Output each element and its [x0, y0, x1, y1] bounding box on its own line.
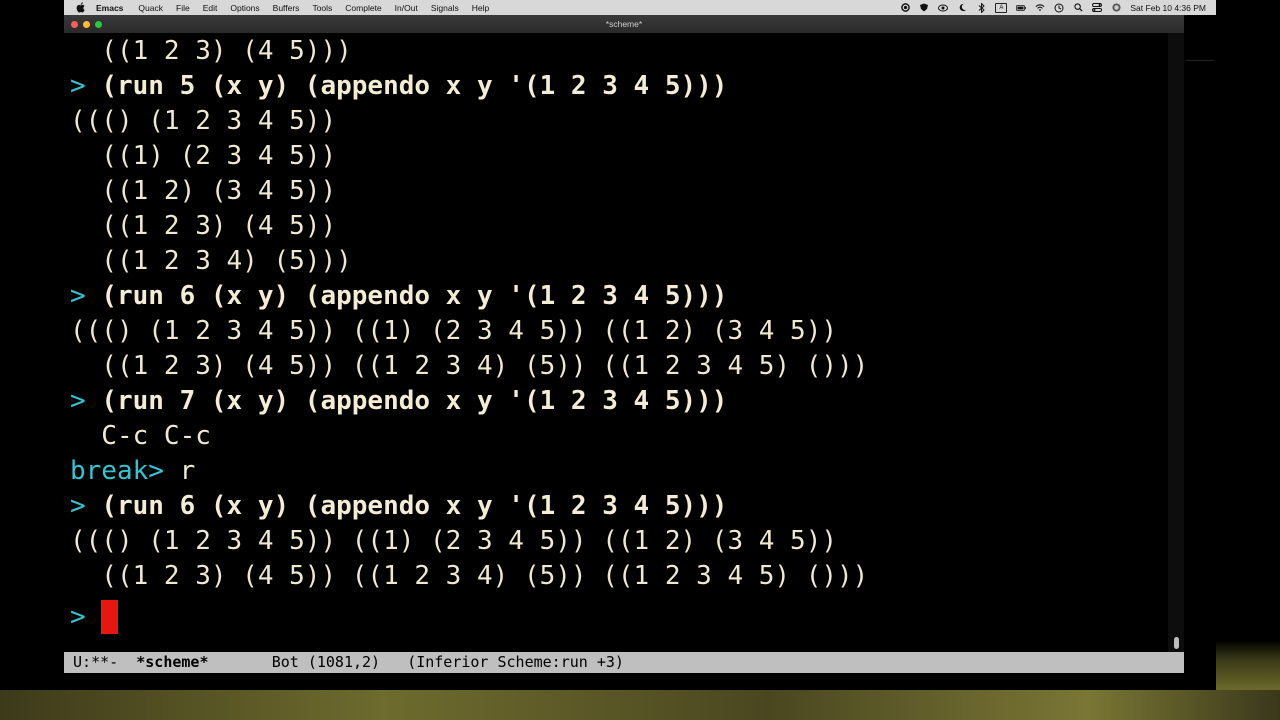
desktop-left — [0, 0, 64, 720]
menu-buffers[interactable]: Buffers — [273, 3, 300, 13]
emacs-window: *scheme* ((1 2 3) (4 5))) > (run 5 (x y)… — [64, 15, 1184, 690]
shield-icon[interactable] — [919, 3, 929, 13]
break-command: r — [179, 456, 196, 486]
desktop-wallpaper-bottom — [0, 690, 1280, 720]
repl-output-line: ((() (1 2 3 4 5)) — [70, 106, 337, 136]
scheme-repl-buffer[interactable]: ((1 2 3) (4 5))) > (run 5 (x y) (appendo… — [64, 33, 1168, 665]
menu-options[interactable]: Options — [230, 3, 259, 13]
menu-bar: Emacs Quack File Edit Options Buffers To… — [64, 0, 1216, 15]
repl-input-text: (run 6 (x y) (appendo x y '(1 2 3 4 5))) — [101, 491, 728, 521]
repl-input-line: > (run 5 (x y) (appendo x y '(1 2 3 4 5)… — [70, 68, 727, 104]
time-machine-icon[interactable] — [1054, 3, 1064, 13]
menu-quack[interactable]: Quack — [138, 3, 163, 13]
background-window-edge — [1186, 60, 1214, 75]
minibuffer[interactable] — [64, 673, 1184, 690]
repl-prompt: > — [70, 71, 102, 101]
modeline-status: U:**- — [73, 653, 137, 671]
modeline-position: Bot (1081,2) — [271, 653, 381, 671]
menu-file[interactable]: File — [176, 3, 190, 13]
menu-in-out[interactable]: In/Out — [395, 3, 418, 13]
search-icon[interactable] — [1073, 3, 1083, 13]
menu-complete[interactable]: Complete — [345, 3, 381, 13]
wifi-icon[interactable] — [1035, 3, 1045, 13]
eye-icon[interactable] — [938, 3, 949, 13]
repl-interrupt-line: C-c C-c — [70, 421, 211, 451]
window-title: *scheme* — [605, 19, 643, 29]
repl-prompt: > — [70, 491, 102, 521]
repl-prompt: > — [70, 281, 102, 311]
repl-current-prompt-line[interactable]: > — [70, 599, 119, 635]
status-menu-area: A Sat Feb 10 4:36 PM — [900, 2, 1216, 13]
desktop-wallpaper-right — [1216, 0, 1280, 720]
control-center-icon[interactable] — [1092, 3, 1103, 13]
window-titlebar[interactable]: *scheme* — [64, 15, 1184, 33]
repl-output-line: ((() (1 2 3 4 5)) ((1) (2 3 4 5)) ((1 2)… — [70, 526, 838, 556]
repl-output-line: ((() (1 2 3 4 5)) ((1) (2 3 4 5)) ((1 2)… — [70, 316, 838, 346]
repl-input-line: > (run 6 (x y) (appendo x y '(1 2 3 4 5)… — [70, 278, 727, 314]
modeline-major-mode[interactable]: (Inferior Scheme:run +3) — [407, 653, 624, 671]
repl-input-text: (run 7 (x y) (appendo x y '(1 2 3 4 5))) — [101, 386, 728, 416]
text-cursor — [101, 600, 119, 634]
repl-break-line: break> r — [70, 453, 195, 489]
repl-output-line: ((1) (2 3 4 5)) — [70, 141, 337, 171]
repl-output-line: ((1 2 3) (4 5)) ((1 2 3 4) (5)) ((1 2 3 … — [70, 561, 869, 591]
bluetooth-icon[interactable] — [976, 2, 986, 13]
repl-output-line: ((1 2 3) (4 5)) ((1 2 3 4) (5)) ((1 2 3 … — [70, 351, 869, 381]
vertical-scrollbar[interactable] — [1168, 33, 1184, 665]
repl-input-line: > (run 6 (x y) (appendo x y '(1 2 3 4 5)… — [70, 488, 727, 524]
menu-clock[interactable]: Sat Feb 10 4:36 PM — [1130, 3, 1206, 13]
record-icon[interactable] — [900, 3, 910, 13]
repl-prompt: > — [70, 602, 102, 632]
siri-icon[interactable] — [1111, 3, 1121, 13]
mode-line[interactable]: U:**- *scheme* Bot (1081,2) (Inferior Sc… — [64, 652, 1184, 673]
menu-help[interactable]: Help — [472, 3, 489, 13]
scrollbar-thumb[interactable] — [1174, 637, 1179, 649]
battery-icon[interactable] — [1016, 3, 1027, 13]
moon-icon[interactable] — [957, 3, 967, 13]
menu-app-emacs[interactable]: Emacs — [96, 3, 123, 13]
apple-menu-icon[interactable] — [76, 0, 88, 15]
repl-input-line: > (run 7 (x y) (appendo x y '(1 2 3 4 5)… — [70, 383, 727, 419]
modeline-buffer-name[interactable]: *scheme* — [136, 653, 208, 671]
menu-tools[interactable]: Tools — [312, 3, 332, 13]
repl-output-line: ((1 2 3) (4 5)) — [70, 211, 337, 241]
repl-output-line: ((1 2) (3 4 5)) — [70, 176, 337, 206]
repl-prompt: > — [70, 386, 102, 416]
repl-output-line: ((1 2 3 4) (5))) — [70, 246, 352, 276]
break-prompt: break> — [70, 456, 180, 486]
input-source-icon[interactable]: A — [995, 2, 1008, 13]
repl-input-text: (run 6 (x y) (appendo x y '(1 2 3 4 5))) — [101, 281, 728, 311]
menu-edit[interactable]: Edit — [203, 3, 218, 13]
repl-output-line: ((1 2 3) (4 5))) — [70, 36, 352, 66]
menu-signals[interactable]: Signals — [431, 3, 459, 13]
repl-input-text: (run 5 (x y) (appendo x y '(1 2 3 4 5))) — [101, 71, 728, 101]
